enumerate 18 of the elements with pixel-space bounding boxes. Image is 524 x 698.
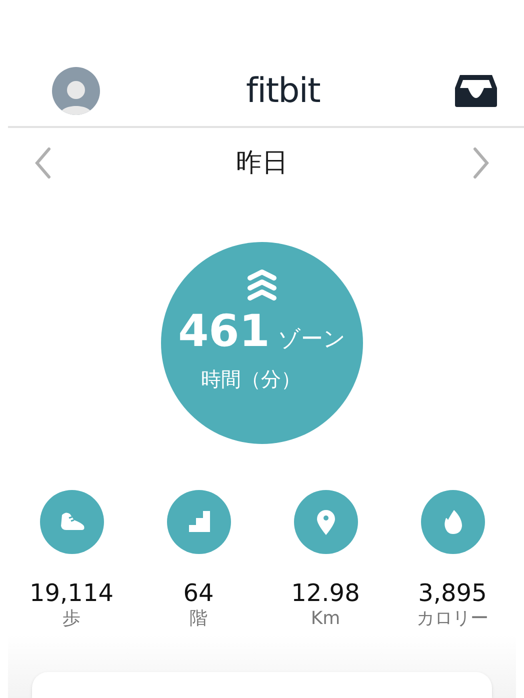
- avatar-silhouette[interactable]: [52, 67, 100, 115]
- zone-caption: 時間（分）: [201, 366, 301, 393]
- chevrons-up-icon: [246, 268, 278, 302]
- stat-value: 19,114: [30, 578, 114, 608]
- stat-value: 12.98: [291, 578, 360, 608]
- stat-unit: カロリー: [416, 608, 488, 630]
- zone-unit: ゾーン: [278, 326, 346, 354]
- stat-unit: 階: [190, 608, 208, 630]
- zone-value: 461: [178, 310, 270, 354]
- inbox-icon[interactable]: [454, 74, 498, 108]
- chevron-left-icon[interactable]: [34, 147, 52, 179]
- date-label: 昨日: [236, 146, 288, 180]
- stat-unit: Km: [310, 608, 340, 630]
- stat-unit: 歩: [62, 608, 80, 630]
- app-logo-text: fitbit: [246, 70, 320, 112]
- stat-value: 3,895: [418, 578, 487, 608]
- chevron-right-icon[interactable]: [472, 147, 490, 179]
- stat-value: 64: [183, 578, 214, 608]
